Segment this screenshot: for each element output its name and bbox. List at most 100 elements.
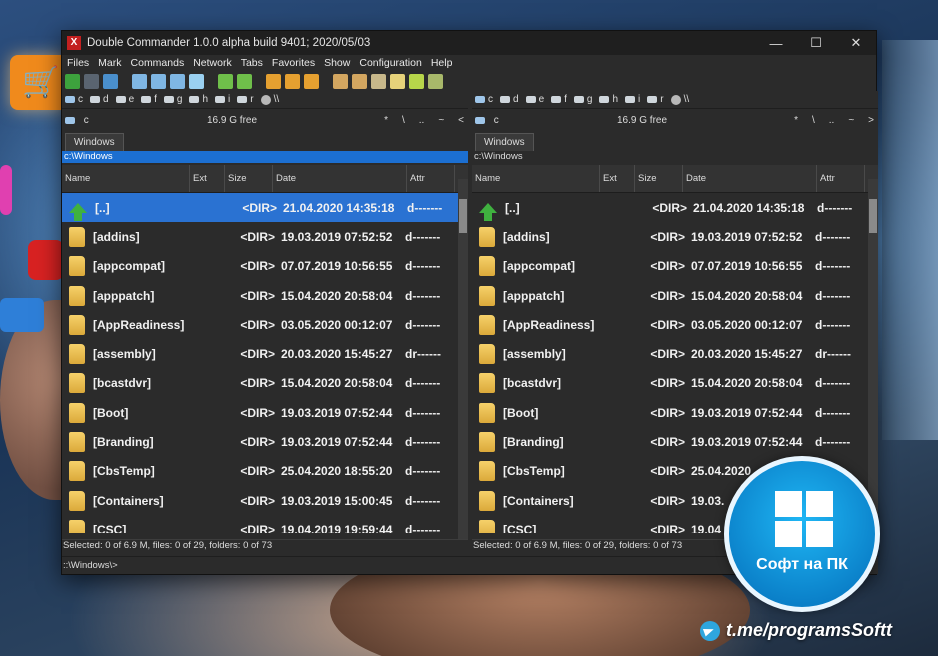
favorites-button[interactable]: * <box>384 115 388 126</box>
favorites-button[interactable]: * <box>794 115 798 126</box>
home-button[interactable]: ~ <box>848 115 854 126</box>
drive-button-i[interactable]: i <box>215 94 230 105</box>
drive-button-g[interactable]: g <box>573 94 592 105</box>
drive-button-h[interactable]: h <box>189 94 208 105</box>
thumbnails-view-icon[interactable] <box>189 73 204 89</box>
invert-selection-icon[interactable] <box>304 73 319 89</box>
file-row[interactable]: [apppatch] <DIR> 15.04.2020 20:58:04 d-----… <box>472 281 878 310</box>
file-row[interactable]: [AppReadiness] <DIR> 03.05.2020 00:12:07 d-… <box>472 310 878 339</box>
file-row[interactable]: [CSC] <DIR> 19.04.2019 19:59:44 d------- <box>62 515 468 533</box>
drive-button-i[interactable]: i <box>625 94 640 105</box>
file-row[interactable]: [..] <DIR> 21.04.2020 14:35:18 d------- <box>472 193 878 222</box>
col-attr[interactable]: Attr <box>407 165 455 192</box>
drive-button-network[interactable]: \\ <box>260 94 279 105</box>
col-name[interactable]: Name <box>62 165 190 192</box>
drive-button-c[interactable]: c <box>475 94 493 105</box>
tab-windows[interactable]: Windows <box>475 133 534 151</box>
tab-windows[interactable]: Windows <box>65 133 124 151</box>
file-row[interactable]: [appcompat] <DIR> 07.07.2019 10:56:55 d----… <box>62 252 468 281</box>
edit-icon[interactable] <box>390 73 405 89</box>
file-row[interactable]: [bcastdvr] <DIR> 15.04.2020 20:58:04 d-----… <box>62 369 468 398</box>
file-row[interactable]: [AppReadiness] <DIR> 03.05.2020 00:12:07 d-… <box>62 310 468 339</box>
col-attr[interactable]: Attr <box>817 165 865 192</box>
drive-button-e[interactable]: e <box>525 94 544 105</box>
sync-dirs-icon[interactable] <box>409 73 424 89</box>
maximize-button[interactable]: ☐ <box>796 31 836 55</box>
col-date[interactable]: Date <box>273 165 407 192</box>
menu-files[interactable]: Files <box>67 57 89 69</box>
file-row[interactable]: [Branding] <DIR> 19.03.2019 07:52:44 d-----… <box>472 427 878 456</box>
pack-icon[interactable] <box>333 73 348 89</box>
columns-view-icon[interactable] <box>170 73 185 89</box>
file-row[interactable]: [addins] <DIR> 19.03.2019 07:52:52 d------- <box>62 222 468 251</box>
root-button[interactable]: \ <box>812 115 815 126</box>
current-path[interactable]: c:\Windows <box>62 151 468 163</box>
options-icon[interactable] <box>103 73 118 89</box>
full-view-icon[interactable] <box>151 73 166 89</box>
other-panel-button[interactable]: > <box>868 115 874 126</box>
vertical-scrollbar[interactable] <box>458 179 468 551</box>
file-row[interactable]: [addins] <DIR> 19.03.2019 07:52:52 d------- <box>472 222 878 251</box>
other-panel-button[interactable]: < <box>458 115 464 126</box>
menu-bar: Files Mark Commands Network Tabs Favorit… <box>62 55 876 71</box>
col-date[interactable]: Date <box>683 165 817 192</box>
file-row[interactable]: [Branding] <DIR> 19.03.2019 07:52:44 d-----… <box>62 427 468 456</box>
menu-help[interactable]: Help <box>431 57 453 69</box>
file-row[interactable]: [apppatch] <DIR> 15.04.2020 20:58:04 d-----… <box>62 281 468 310</box>
compare-icon[interactable] <box>428 73 443 89</box>
drive-button-e[interactable]: e <box>115 94 134 105</box>
home-button[interactable]: ~ <box>438 115 444 126</box>
file-row[interactable]: [Containers] <DIR> 19.03.2019 15:00:45 d---… <box>62 486 468 515</box>
file-row[interactable]: [..] <DIR> 21.04.2020 14:35:18 d------- <box>62 193 468 223</box>
file-name: [Containers] <box>503 493 574 508</box>
menu-network[interactable]: Network <box>193 57 232 69</box>
unpack-icon[interactable] <box>352 73 367 89</box>
file-size: <DIR> <box>650 493 685 508</box>
drive-button-r[interactable]: r <box>237 94 254 105</box>
select-group-icon[interactable] <box>266 73 281 89</box>
drive-button-c[interactable]: c <box>65 94 83 105</box>
drive-button-f[interactable]: f <box>551 94 567 105</box>
menu-show[interactable]: Show <box>324 57 350 69</box>
drive-button-f[interactable]: f <box>141 94 157 105</box>
drive-button-d[interactable]: d <box>90 94 109 105</box>
menu-favorites[interactable]: Favorites <box>272 57 315 69</box>
file-row[interactable]: [assembly] <DIR> 20.03.2020 15:45:27 dr----… <box>62 339 468 368</box>
file-row[interactable]: [Boot] <DIR> 19.03.2019 07:52:44 d------- <box>472 398 878 427</box>
drive-button-d[interactable]: d <box>500 94 519 105</box>
current-drive[interactable]: c <box>475 115 499 126</box>
menu-configuration[interactable]: Configuration <box>359 57 421 69</box>
parent-button[interactable]: .. <box>419 115 425 126</box>
menu-commands[interactable]: Commands <box>131 57 185 69</box>
file-row[interactable]: [bcastdvr] <DIR> 15.04.2020 20:58:04 d-----… <box>472 369 878 398</box>
file-row[interactable]: [Boot] <DIR> 19.03.2019 07:52:44 d------- <box>62 398 468 427</box>
menu-tabs[interactable]: Tabs <box>241 57 263 69</box>
col-size[interactable]: Size <box>635 165 683 192</box>
terminal-icon[interactable] <box>84 73 99 89</box>
col-ext[interactable]: Ext <box>600 165 635 192</box>
copy-icon[interactable] <box>218 73 233 89</box>
file-row[interactable]: [assembly] <DIR> 20.03.2020 15:45:27 dr----… <box>472 339 878 368</box>
col-name[interactable]: Name <box>472 165 600 192</box>
drive-button-network[interactable]: \\ <box>670 94 689 105</box>
file-row[interactable]: [CbsTemp] <DIR> 25.04.2020 18:55:20 d------… <box>62 457 468 486</box>
search-icon[interactable] <box>371 73 386 89</box>
drive-button-g[interactable]: g <box>163 94 182 105</box>
file-row[interactable]: [appcompat] <DIR> 07.07.2019 10:56:55 d----… <box>472 252 878 281</box>
col-ext[interactable]: Ext <box>190 165 225 192</box>
root-button[interactable]: \ <box>402 115 405 126</box>
drive-button-h[interactable]: h <box>599 94 618 105</box>
current-path[interactable]: c:\Windows <box>472 151 878 163</box>
menu-mark[interactable]: Mark <box>98 57 121 69</box>
close-button[interactable]: ✕ <box>836 31 876 55</box>
brief-view-icon[interactable] <box>132 73 147 89</box>
minimize-button[interactable]: — <box>756 31 796 55</box>
parent-button[interactable]: .. <box>829 115 835 126</box>
move-icon[interactable] <box>237 73 252 89</box>
refresh-icon[interactable] <box>65 73 80 89</box>
unselect-group-icon[interactable] <box>285 73 300 89</box>
current-drive[interactable]: c <box>65 115 89 126</box>
file-attr: d------- <box>407 200 443 215</box>
drive-button-r[interactable]: r <box>647 94 664 105</box>
col-size[interactable]: Size <box>225 165 273 192</box>
